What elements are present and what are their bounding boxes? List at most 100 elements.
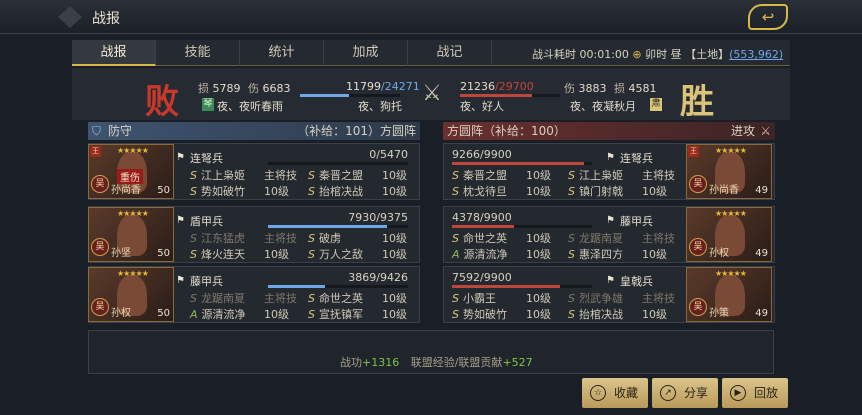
skill-entry[interactable]: S 秦晋之盟 — [308, 167, 363, 183]
skill-entry[interactable]: S 惠泽四方 — [568, 246, 623, 262]
troop-type-icon: ⚑ — [176, 275, 185, 286]
general-name: 孙尚香 — [111, 185, 141, 196]
general-level: 50 — [157, 308, 170, 319]
skill-entry[interactable]: S 龙踞南夏 — [190, 290, 245, 306]
general-portrait[interactable]: ★★★★★ 吴王重伤 孙尚香 50 — [88, 144, 174, 199]
skill-name: 源清流净 — [463, 248, 508, 261]
tab-stats[interactable]: 统计 — [240, 40, 324, 66]
skill-entry[interactable]: A 源清流净 — [190, 306, 246, 322]
replay-button[interactable]: ▶ 回放 — [722, 378, 788, 408]
skill-level: 10级 — [526, 169, 551, 182]
skill-grade: S — [190, 169, 197, 182]
battle-info: 战斗耗时 00:01:00 ⊕ 卯时 昼 【土地】(553,962) — [532, 46, 783, 62]
troop-hp-bar — [452, 285, 592, 288]
skill-name: 龙踞南夏 — [578, 232, 623, 245]
skill-grade: S — [452, 169, 459, 182]
skill-entry[interactable]: S 秦晋之盟 — [452, 167, 507, 183]
skill-name: 命世之英 — [318, 292, 363, 305]
general-portrait[interactable]: ★★★★★ 吴孙权 50 — [88, 267, 174, 322]
camp-badge: 吴 — [91, 298, 109, 316]
skill-name: 烈武争雄 — [578, 292, 623, 305]
skill-grade: S — [308, 292, 315, 305]
crossed-swords-icon: ⚔ — [422, 81, 442, 106]
battle-time: 00:01:00 — [579, 48, 629, 61]
right-camp-icon: 肃 — [650, 98, 662, 111]
skill-name: 镇门射戟 — [578, 185, 623, 198]
camp-badge: 吴 — [689, 175, 707, 193]
right-supply: 方圆阵（补给：100） — [447, 124, 566, 138]
skill-entry[interactable]: S 烽火连天 — [190, 246, 245, 262]
skill-entry[interactable]: A 源清流净 — [452, 246, 508, 262]
skill-grade: A — [452, 248, 460, 261]
skill-entry[interactable]: S 命世之英 — [308, 290, 363, 306]
skill-level: 10级 — [642, 308, 667, 321]
share-button[interactable]: ↗ 分享 — [652, 378, 718, 408]
skill-level: 10级 — [382, 308, 407, 321]
star-rating: ★★★★★ — [715, 146, 747, 155]
tab-skills[interactable]: 技能 — [156, 40, 240, 66]
skill-name: 抬棺决战 — [318, 185, 363, 198]
troop-hp: 4378/9900 — [452, 211, 512, 224]
troop-type: 藤甲兵 — [190, 275, 223, 288]
left-ally-name: 夜、狗托 — [358, 100, 402, 113]
star-rating: ★★★★★ — [117, 269, 149, 278]
skill-level: 主将技 — [264, 232, 297, 245]
right-hp-stat: 21236/29700 — [460, 80, 534, 93]
skill-name: 烽火连天 — [200, 248, 245, 261]
general-name: 孙权 — [111, 308, 131, 319]
skill-entry[interactable]: S 龙踞南夏 — [568, 230, 623, 246]
land-label: 【土地】 — [685, 48, 730, 61]
skill-grade: S — [308, 185, 315, 198]
skill-level: 10级 — [264, 308, 289, 321]
skill-level: 10级 — [382, 169, 407, 182]
left-side-header: ⛉ 防守 （补给：101）方圆阵 — [88, 122, 420, 140]
right-loss-stat: 伤 3883 损 4581 — [564, 82, 657, 95]
skill-name: 源清流净 — [201, 308, 246, 321]
skill-entry[interactable]: S 抬棺决战 — [308, 183, 363, 199]
troop-hp: 9266/9900 — [452, 148, 512, 161]
skill-entry[interactable]: S 势如破竹 — [452, 306, 507, 322]
skill-entry[interactable]: S 江上枭姬 — [190, 167, 245, 183]
back-icon[interactable]: ↩ — [748, 4, 788, 30]
skill-name: 秦晋之盟 — [462, 169, 507, 182]
skill-grade: S — [568, 169, 575, 182]
tab-report[interactable]: 战报 — [72, 40, 156, 66]
skill-name: 势如破竹 — [462, 308, 507, 321]
favorite-button[interactable]: ☆ 收藏 — [582, 378, 648, 408]
tab-bonus[interactable]: 加成 — [324, 40, 408, 66]
skill-level: 10级 — [526, 185, 551, 198]
skill-entry[interactable]: S 命世之英 — [452, 230, 507, 246]
skill-entry[interactable]: S 势如破竹 — [190, 183, 245, 199]
victory-label: 胜 — [680, 82, 714, 122]
right-side-header: 方圆阵（补给：100） 进攻 ⚔ — [443, 122, 775, 140]
left-supply: （补给：101）方圆阵 — [297, 124, 416, 138]
page-title: 战报 — [92, 11, 120, 27]
camp-badge: 吴 — [689, 298, 707, 316]
skill-entry[interactable]: S 宣抚镇军 — [308, 306, 363, 322]
sword-icon: ⚔ — [760, 124, 771, 138]
skill-entry[interactable]: S 烈武争雄 — [568, 290, 623, 306]
general-portrait[interactable]: ★★★★★ 吴孙策 49 — [686, 267, 772, 322]
troop-hp-bar — [452, 162, 592, 165]
skill-name: 枕戈待旦 — [462, 185, 507, 198]
troop-hp-bar — [268, 225, 408, 228]
skill-entry[interactable]: S 抬棺决战 — [568, 306, 623, 322]
skill-entry[interactable]: S 万人之敌 — [308, 246, 363, 262]
general-portrait[interactable]: ★★★★★ 吴 王孙尚香 49 — [686, 144, 772, 199]
land-coord-link[interactable]: (553,962) — [729, 48, 783, 61]
skill-entry[interactable]: S 镇门射戟 — [568, 183, 623, 199]
skill-entry[interactable]: S 江上枭姬 — [568, 167, 623, 183]
troop-hp: 3869/9426 — [348, 271, 408, 284]
general-level: 50 — [157, 185, 170, 196]
left-hp-bar — [300, 94, 400, 97]
skill-entry[interactable]: S 破虏 — [308, 230, 341, 246]
skill-entry[interactable]: S 枕戈待旦 — [452, 183, 507, 199]
general-portrait[interactable]: ★★★★★ 吴孙坚 50 — [88, 207, 174, 262]
tab-chronicle[interactable]: 战记 — [408, 40, 492, 66]
troop-hp-bar — [452, 225, 592, 228]
skill-name: 小霸王 — [462, 292, 496, 305]
skill-entry[interactable]: S 小霸王 — [452, 290, 496, 306]
skill-grade: S — [308, 308, 315, 321]
general-portrait[interactable]: ★★★★★ 吴孙权 49 — [686, 207, 772, 262]
skill-entry[interactable]: S 江东猛虎 — [190, 230, 245, 246]
